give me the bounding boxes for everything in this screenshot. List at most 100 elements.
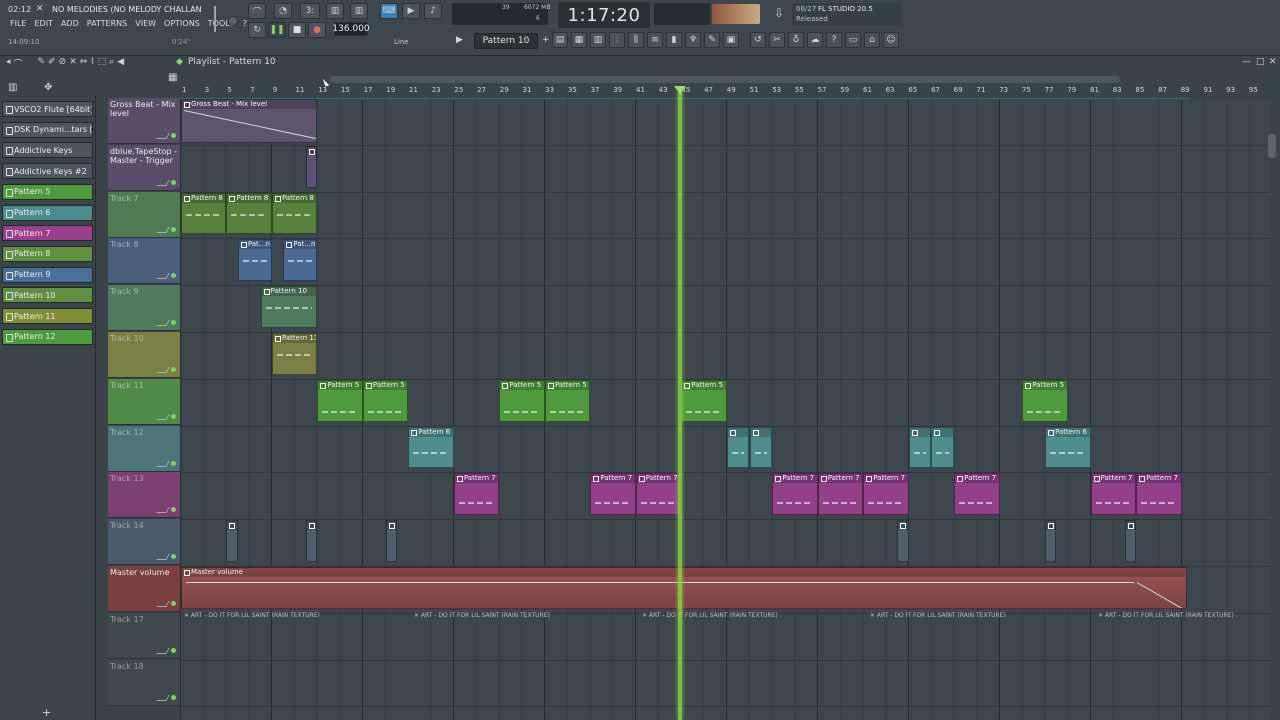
playhead[interactable] — [678, 90, 682, 720]
pattern-clip[interactable] — [385, 520, 398, 562]
track-header[interactable]: Track 13 — [108, 472, 180, 519]
close-playlist-icon[interactable]: ✕ — [1269, 57, 1277, 67]
menu-patterns[interactable]: PATTERNS — [87, 19, 127, 28]
picker-item[interactable]: Pattern 7 — [2, 225, 93, 242]
step-forward-button[interactable]: ▶ — [402, 3, 420, 19]
slip-icon[interactable]: ⇔ — [80, 57, 88, 70]
track-mute-led[interactable] — [171, 694, 176, 700]
pattern-add-icon[interactable]: + — [542, 35, 550, 45]
track-mute-led[interactable] — [171, 460, 176, 466]
play-button[interactable]: ❚❚ — [268, 22, 286, 38]
track-mute-led[interactable] — [171, 507, 176, 513]
pencil-icon[interactable]: ✎ — [38, 57, 46, 70]
close-icon[interactable]: ✕ — [36, 4, 44, 14]
pattern-clip[interactable] — [1045, 520, 1057, 562]
pattern-clip[interactable]: Pattern 5 — [362, 379, 409, 422]
pattern-clip[interactable]: Pattern 5 — [317, 379, 363, 422]
vertical-scrollbar[interactable] — [1268, 134, 1276, 158]
stop-button[interactable]: ■ — [288, 22, 306, 38]
track-mute-led[interactable] — [171, 133, 176, 138]
pattern-prev-icon[interactable]: ▶ — [456, 35, 463, 45]
countdown-button[interactable]: 3: — [300, 3, 320, 19]
menu-options[interactable]: OPTIONS — [164, 19, 200, 28]
browser-icon[interactable]: ≡ — [647, 32, 663, 48]
picker-item[interactable]: Pattern 10 — [2, 287, 93, 304]
smiley-icon[interactable]: ☺ — [883, 32, 899, 48]
timeline-ruler[interactable]: 1 3 5 7 9 11 13 15 17 19 21 23 25 27 29 31 33 35 37 39 41 43 4… — [180, 86, 1280, 98]
track-header[interactable]: Track 14 — [108, 519, 180, 566]
arrow-left-icon[interactable]: ◂ — [6, 57, 11, 70]
track-mute-led[interactable] — [171, 413, 176, 419]
cut-icon[interactable]: ✂ — [769, 32, 785, 48]
pattern-clip[interactable]: Pattern 7 — [635, 473, 682, 516]
channel-rack-icon[interactable]: ▥ — [590, 32, 606, 48]
tempo-display[interactable]: 136.000 — [332, 22, 370, 36]
picker-item[interactable]: Pattern 6 — [2, 204, 93, 221]
piano-roll-icon[interactable]: ▦ — [571, 32, 587, 48]
picker-item[interactable]: Pattern 5 — [2, 183, 93, 200]
pattern-clip[interactable]: Pattern 5 — [499, 379, 545, 422]
pattern-clip[interactable]: Pattern 7 — [1090, 473, 1137, 516]
playlist-arrow-icon[interactable]: ◆ — [176, 57, 183, 67]
download-icon[interactable]: ⇩ — [774, 6, 784, 20]
horizontal-scrollbar[interactable] — [330, 76, 1120, 83]
pattern-clip[interactable]: Pattern 7 — [1136, 473, 1182, 516]
wait-input-button[interactable]: ♪ — [424, 3, 442, 19]
track-header[interactable]: Track 11 — [108, 378, 180, 425]
picker-item[interactable]: Addictive Keys — [2, 142, 93, 159]
cloud-icon[interactable]: ☁ — [807, 32, 823, 48]
track-header[interactable]: Track 12 — [108, 425, 180, 472]
pattern-clip[interactable] — [749, 426, 773, 469]
pattern-clip[interactable] — [306, 520, 318, 562]
slice-icon[interactable]: ⌇ — [90, 57, 94, 70]
picker-arrows-icon[interactable]: ✥ — [44, 82, 52, 93]
playhead-marker[interactable] — [674, 86, 686, 94]
track-mute-led[interactable] — [171, 226, 176, 232]
menu-help[interactable]: ? — [243, 19, 247, 28]
pattern-clip[interactable] — [897, 520, 909, 562]
pattern-clip[interactable] — [1124, 520, 1137, 562]
loop-record-button[interactable]: ↻ — [248, 22, 266, 38]
pattern-clip[interactable]: Pattern 7 — [863, 473, 909, 516]
track-header[interactable]: Track 18 — [108, 659, 180, 706]
mute-icon[interactable]: ✕ — [69, 57, 77, 70]
picker-item[interactable]: Pattern 11 — [2, 308, 93, 324]
track-grid-icon[interactable]: ▦ — [168, 72, 177, 83]
pattern-clip[interactable]: Pattern 6 — [1045, 426, 1091, 469]
plugin-picker-icon[interactable]: ▮ — [666, 32, 682, 48]
mic-icon[interactable]: ♁ — [788, 32, 804, 48]
pattern-clip[interactable]: Pattern 7 — [817, 473, 864, 516]
save-icon[interactable]: ▭ — [845, 32, 861, 48]
pattern-clip[interactable] — [931, 426, 955, 469]
menu-add[interactable]: ADD — [61, 19, 79, 28]
track-header[interactable]: Track 7 — [108, 191, 180, 238]
pattern-clip[interactable]: Pattern 10 — [260, 286, 318, 328]
pattern-clip[interactable]: Pattern 8 — [226, 192, 272, 235]
track-mute-led[interactable] — [171, 601, 176, 606]
track-mute-led[interactable] — [171, 320, 176, 326]
track-header[interactable]: dblue.TapeStop - Master - Trigger — [108, 144, 180, 191]
minimize-icon[interactable]: — — [1242, 57, 1251, 67]
record-button[interactable]: ● — [308, 22, 326, 38]
blend-button[interactable]: ▥ — [350, 3, 368, 19]
magnet-icon[interactable]: ⌒ — [14, 57, 23, 70]
typing-keyboard-button[interactable]: ⌨ — [380, 3, 398, 19]
picker-toggle-icon[interactable]: ▥ — [8, 82, 17, 93]
pattern-clip[interactable]: Pattern 11 — [271, 333, 318, 375]
plugin-icon[interactable]: ⌂ — [864, 32, 880, 48]
track-header[interactable]: Track 10 — [108, 332, 180, 378]
master-volume-knob[interactable] — [214, 6, 224, 32]
track-mute-led[interactable] — [171, 273, 176, 279]
pattern-clip[interactable]: Pattern 7 — [954, 473, 1000, 516]
undo-icon[interactable]: ↺ — [750, 32, 766, 48]
help-icon[interactable]: ? — [826, 32, 842, 48]
picker-item[interactable]: Pattern 8 — [2, 245, 93, 262]
delete-icon[interactable]: ⊘ — [59, 57, 67, 70]
mixer-sliders-icon[interactable]: ⫼ — [628, 32, 644, 48]
song-position[interactable]: 1:17:20 — [558, 2, 650, 28]
picker-item[interactable]: DSK Dynami...tars [64bit] — [2, 121, 93, 138]
select-icon[interactable]: ⬚ — [98, 57, 107, 70]
track-header[interactable]: Track 8 — [108, 238, 180, 285]
record-panel-icon[interactable]: ▣ — [723, 32, 739, 48]
menu-view[interactable]: VIEW — [135, 19, 156, 28]
